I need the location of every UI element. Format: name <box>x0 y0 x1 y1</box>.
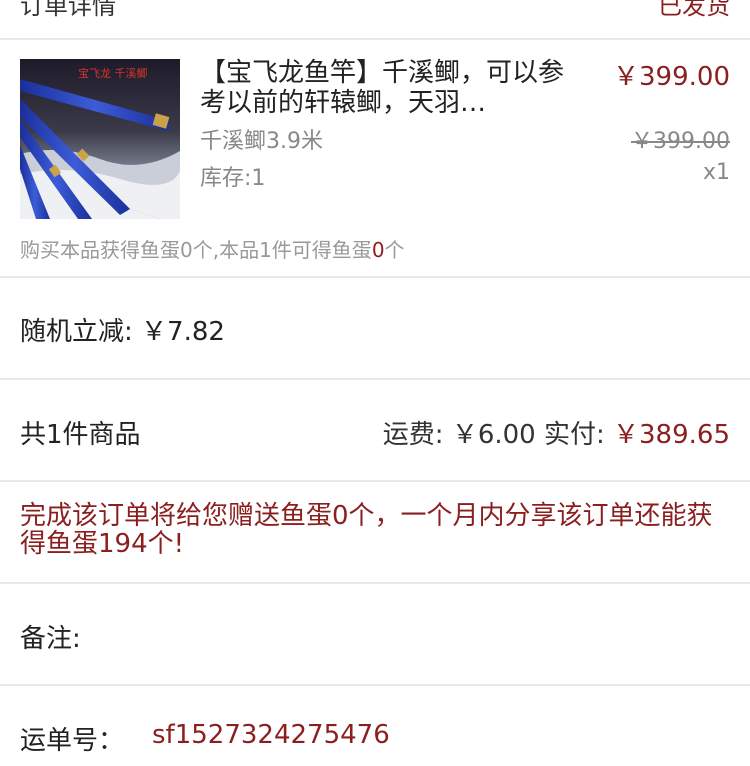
bonus-prefix: 购买本品获得鱼蛋0个,本品1件可得鱼蛋 <box>20 238 372 262</box>
order-header-strip: 订单详情 已发货 <box>0 0 750 40</box>
random-discount-row: 随机立减: ￥7.82 <box>0 278 750 380</box>
product-original-price: ￥399.00 <box>631 129 730 154</box>
waybill-row[interactable]: 运单号： sf1527324275476 <box>0 686 750 766</box>
remark-row: 备注: <box>0 584 750 686</box>
paid-amount: ￥389.65 <box>613 420 730 450</box>
product-bonus-note: 购买本品获得鱼蛋0个,本品1件可得鱼蛋0个 <box>20 234 405 263</box>
shipping-fee: 运费: ￥6.00 实付: <box>382 420 614 450</box>
remark-label: 备注: <box>20 624 81 654</box>
reward-promo-text: 完成该订单将给您赠送鱼蛋0个，一个月内分享该订单还能获得鱼蛋194个! <box>20 501 713 559</box>
product-thumbnail[interactable]: 宝飞龙 千溪鲫 <box>20 59 180 219</box>
reward-promo-row: 完成该订单将给您赠送鱼蛋0个，一个月内分享该订单还能获得鱼蛋194个! <box>0 482 750 584</box>
image-caption: 宝飞龙 千溪鲫 <box>78 66 148 80</box>
waybill-label: 运单号： <box>20 726 125 756</box>
bonus-suffix: 个 <box>384 238 405 262</box>
bonus-count: 0 <box>371 238 385 262</box>
payment-summary: 运费: ￥6.00 实付: ￥389.65 <box>383 414 730 451</box>
product-title[interactable]: 【宝飞龙鱼竿】千溪鲫，可以参考以前的轩辕鲫，天羽… <box>200 58 570 118</box>
item-count: 共1件商品 <box>20 420 141 450</box>
random-discount-text: 随机立减: ￥7.82 <box>20 317 225 347</box>
product-card[interactable]: 宝飞龙 千溪鲫 【宝飞龙鱼竿】千溪鲫，可以参考以前的轩辕鲫，天羽… ￥399.0… <box>0 40 750 278</box>
product-stock: 库存:1 <box>200 166 266 191</box>
product-price: ￥399.00 <box>613 62 730 92</box>
waybill-number[interactable]: sf1527324275476 <box>152 720 390 750</box>
product-variant: 千溪鲫3.9米 <box>200 129 323 154</box>
order-status-badge: 已发货 <box>658 0 730 20</box>
fishing-rod-image: 宝飞龙 千溪鲫 <box>20 59 180 219</box>
order-totals-row: 共1件商品 运费: ￥6.00 实付: ￥389.65 <box>0 380 750 482</box>
order-header-title: 订单详情 <box>20 0 116 20</box>
product-quantity: x1 <box>702 160 730 185</box>
